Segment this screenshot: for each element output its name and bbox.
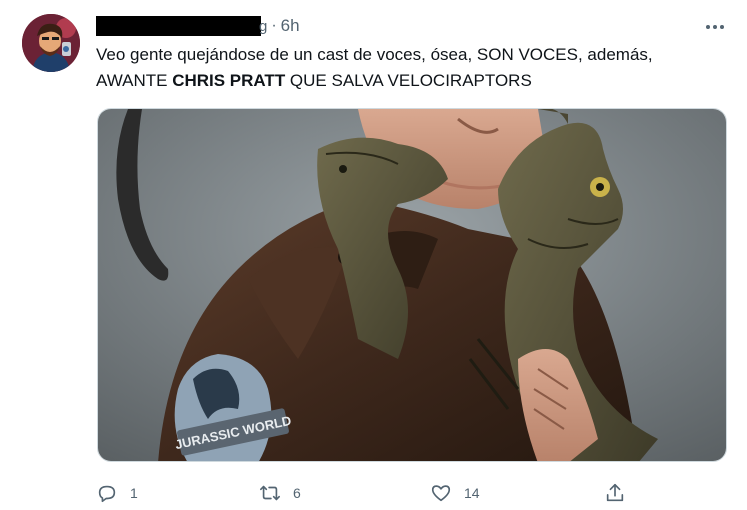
- retweet-count: 6: [293, 485, 301, 501]
- media-photo: JURASSIC WORLD: [98, 109, 726, 461]
- share-icon: [606, 483, 624, 502]
- tweet-text: Veo gente quejándose de un cast de voces…: [96, 42, 726, 94]
- avatar[interactable]: [22, 14, 80, 72]
- tweet-text-bold: CHRIS PRATT: [172, 71, 286, 90]
- more-horizontal-icon: [706, 25, 724, 29]
- tweet-text-line-2: AWANTE CHRIS PRATT QUE SALVA VELOCIRAPTO…: [96, 68, 726, 94]
- tweet[interactable]: g · 6h Veo gente quejándose de un cast d…: [0, 0, 747, 510]
- reply-icon: [98, 485, 116, 503]
- share-button[interactable]: [604, 478, 626, 508]
- tweet-timestamp[interactable]: 6h: [281, 16, 300, 36]
- tweet-text-line-1: Veo gente quejándose de un cast de voces…: [96, 45, 653, 64]
- tweet-media-image[interactable]: JURASSIC WORLD: [97, 108, 727, 462]
- tweet-actions: 1 6 14: [96, 478, 656, 508]
- tweet-text-prefix: AWANTE: [96, 71, 173, 90]
- retweet-icon: [260, 485, 280, 501]
- retweet-button[interactable]: 6: [259, 478, 301, 508]
- redacted-author-name[interactable]: [96, 16, 261, 36]
- tweet-header: g · 6h: [96, 14, 300, 38]
- heart-icon: [431, 485, 451, 502]
- like-button[interactable]: 14: [430, 478, 480, 508]
- reply-button[interactable]: 1: [96, 478, 138, 508]
- separator-dot: ·: [271, 17, 277, 34]
- author-handle-fragment: g: [259, 17, 268, 35]
- avatar-illustration: [22, 14, 80, 72]
- more-options-button[interactable]: [700, 16, 730, 38]
- like-count: 14: [464, 485, 480, 501]
- tweet-text-suffix: QUE SALVA VELOCIRAPTORS: [285, 71, 532, 90]
- reply-count: 1: [130, 485, 138, 501]
